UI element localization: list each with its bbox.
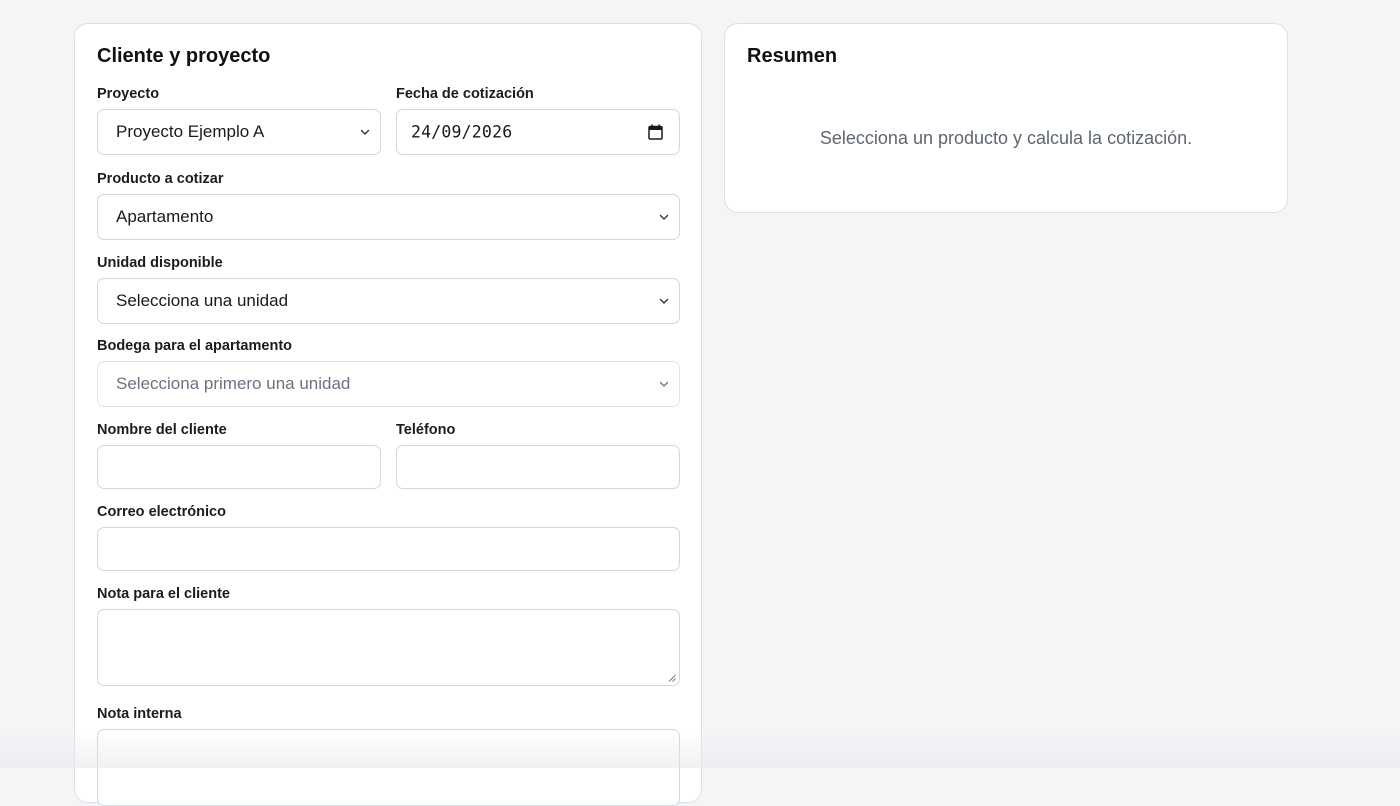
chevron-down-icon (659, 298, 669, 304)
client-name-label: Nombre del cliente (97, 422, 227, 438)
summary-title: Resumen (747, 45, 838, 67)
email-label: Correo electrónico (97, 504, 226, 520)
chevron-down-icon (659, 381, 669, 387)
client-note-label: Nota para el cliente (97, 586, 230, 602)
project-select[interactable]: Proyecto Ejemplo A (97, 109, 381, 155)
unit-select-value: Selecciona una unidad (116, 291, 289, 310)
product-select[interactable]: Apartamento (97, 194, 680, 240)
unit-label: Unidad disponible (97, 255, 223, 271)
product-select-value: Apartamento (116, 207, 214, 226)
summary-card: Resumen Selecciona un producto y calcula… (724, 23, 1288, 213)
client-project-title: Cliente y proyecto (97, 45, 271, 67)
quote-date-label: Fecha de cotización (396, 86, 534, 102)
client-note-textarea[interactable] (97, 609, 680, 686)
resize-handle-icon[interactable] (668, 674, 676, 682)
unit-select[interactable]: Selecciona una unidad (97, 278, 680, 324)
client-name-input[interactable] (97, 445, 381, 489)
product-label: Producto a cotizar (97, 171, 224, 187)
client-project-card: Cliente y proyecto Proyecto Proyecto Eje… (74, 23, 702, 806)
storage-select-value: Selecciona primero una unidad (116, 374, 351, 393)
email-input[interactable] (97, 527, 680, 571)
phone-input[interactable] (396, 445, 680, 489)
internal-note-label: Nota interna (97, 706, 182, 722)
summary-empty-message: Selecciona un producto y calcula la coti… (819, 128, 1193, 148)
phone-label: Teléfono (396, 422, 456, 438)
quote-date-input[interactable]: 24/09/2026 (396, 109, 680, 155)
storage-select[interactable]: Selecciona primero una unidad (97, 361, 680, 407)
calendar-icon[interactable] (648, 124, 663, 140)
quote-date-value: 24/09/2026 (411, 122, 513, 142)
project-label: Proyecto (97, 86, 160, 102)
chevron-down-icon (360, 129, 370, 135)
storage-label: Bodega para el apartamento (97, 338, 292, 354)
project-select-value: Proyecto Ejemplo A (116, 122, 265, 141)
chevron-down-icon (659, 214, 669, 220)
